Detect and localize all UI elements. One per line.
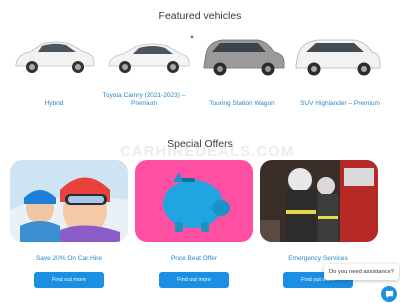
firefighter-photo-icon <box>260 160 378 242</box>
car-card-wagon[interactable] <box>198 30 288 80</box>
offer-label-emergency[interactable]: Emergency Services <box>258 255 378 262</box>
offer-image-price-beat[interactable] <box>135 160 253 242</box>
piggy-bank-icon <box>135 160 253 242</box>
offer-label-price-beat[interactable]: Price Beat Offer <box>134 255 254 262</box>
car-label-highlander[interactable]: SUV Highlander – Premium <box>290 100 390 108</box>
find-out-more-button-2[interactable]: Find out more <box>159 272 229 288</box>
car-card-hybrid[interactable] <box>8 30 98 80</box>
chat-bubble-icon <box>385 290 393 298</box>
car-label-hybrid[interactable]: Hybrid <box>4 100 104 108</box>
offer-label-car-hire[interactable]: Save 20% On Car Hire <box>9 255 129 262</box>
car-card-camry[interactable] <box>103 30 193 80</box>
car-label-camry[interactable]: Toyota Camry (2021-2023) – Premium <box>94 92 194 108</box>
featured-vehicles-heading: Featured vehicles <box>158 10 242 22</box>
offer-image-emergency[interactable] <box>260 160 378 242</box>
find-out-more-button-1[interactable]: Find out more <box>34 272 104 288</box>
car-card-highlander[interactable] <box>292 30 382 80</box>
ski-photo-icon <box>10 160 128 242</box>
car-image-camry <box>108 43 190 73</box>
car-label-wagon[interactable]: Touring Station Wagon <box>192 100 292 108</box>
assistance-tooltip[interactable]: Do you need assistance? <box>324 264 399 280</box>
car-image-highlander <box>295 39 381 76</box>
chat-button[interactable] <box>381 286 397 302</box>
offer-image-car-hire[interactable] <box>10 160 128 242</box>
car-image-hybrid <box>15 41 95 73</box>
watermark: CARHIREDEALS.COM <box>120 143 295 160</box>
scroll-up-icon[interactable]: ▲ <box>189 34 195 40</box>
car-image-wagon <box>203 39 285 76</box>
